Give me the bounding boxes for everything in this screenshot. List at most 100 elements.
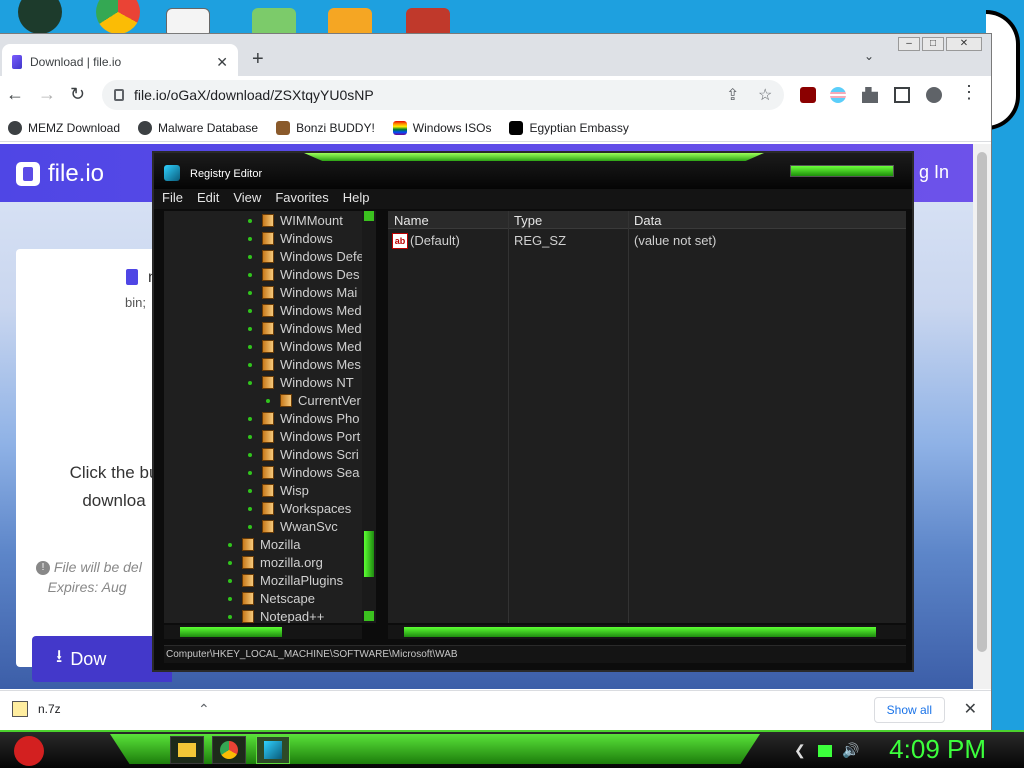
expand-dot-icon[interactable] — [248, 327, 252, 331]
tree-node[interactable]: WwanSvc — [248, 517, 338, 535]
tree-node[interactable]: Windows — [248, 229, 333, 247]
tray-chevron-icon[interactable]: ❮ — [794, 742, 806, 759]
profile-avatar[interactable] — [926, 87, 942, 103]
reload-icon[interactable]: ↻ — [70, 84, 85, 105]
tree-node[interactable]: Windows Des — [248, 265, 359, 283]
expand-dot-icon[interactable] — [248, 273, 252, 277]
clock[interactable]: 4:09 PM — [889, 734, 986, 765]
network-icon[interactable] — [818, 745, 832, 757]
menu-edit[interactable]: Edit — [197, 189, 219, 209]
expand-dot-icon[interactable] — [248, 489, 252, 493]
chrome-desktop-icon[interactable] — [96, 0, 140, 34]
scrollbar-thumb[interactable] — [977, 152, 987, 652]
tree-node[interactable]: Windows Mai — [248, 283, 357, 301]
tree-node[interactable]: Windows Med — [248, 301, 362, 319]
expand-dot-icon[interactable] — [248, 255, 252, 259]
forward-icon[interactable]: → — [38, 84, 56, 105]
show-all-button[interactable]: Show all — [873, 697, 945, 723]
expand-dot-icon[interactable] — [228, 597, 232, 601]
tree-node[interactable]: Windows Sea — [248, 463, 359, 481]
taskbar-explorer[interactable] — [170, 736, 204, 764]
desktop-icon-1[interactable] — [18, 0, 62, 34]
tree-node[interactable]: Notepad++ — [228, 607, 324, 623]
tree-vertical-scrollbar[interactable] — [362, 211, 376, 623]
scroll-down-arrow[interactable] — [364, 611, 374, 621]
expand-dot-icon[interactable] — [266, 399, 270, 403]
share-icon[interactable]: ⇪ — [726, 85, 739, 105]
tree-node[interactable]: Workspaces — [248, 499, 351, 517]
expand-dot-icon[interactable] — [248, 435, 252, 439]
expand-dot-icon[interactable] — [248, 309, 252, 313]
expand-dot-icon[interactable] — [248, 291, 252, 295]
tree-node[interactable]: Wisp — [248, 481, 309, 499]
expand-dot-icon[interactable] — [228, 615, 232, 619]
tree-node[interactable]: Windows Port — [248, 427, 360, 445]
menu-view[interactable]: View — [233, 189, 261, 209]
trans-flag-icon[interactable] — [830, 87, 846, 103]
login-link[interactable]: g In — [919, 162, 949, 183]
maximize-button[interactable]: □ — [922, 37, 944, 51]
new-tab-icon[interactable]: + — [252, 48, 264, 71]
taskbar-regedit[interactable] — [256, 736, 290, 764]
tree-node[interactable]: Windows Med — [248, 337, 362, 355]
close-tab-icon[interactable]: ✕ — [216, 54, 228, 71]
page-scrollbar[interactable] — [973, 144, 991, 689]
expand-dot-icon[interactable] — [248, 453, 252, 457]
bookmark-windows-isos[interactable]: Windows ISOs — [392, 120, 491, 135]
expand-dot-icon[interactable] — [248, 345, 252, 349]
back-icon[interactable]: ← — [6, 84, 24, 105]
values-list[interactable]: Name Type Data ab (Default) REG_SZ (valu… — [388, 211, 906, 623]
bookmark-memz[interactable]: MEMZ Download — [8, 120, 120, 135]
taskbar-chrome[interactable] — [212, 736, 246, 764]
expand-dot-icon[interactable] — [248, 507, 252, 511]
bookmark-bonzi[interactable]: Bonzi BUDDY! — [276, 120, 375, 135]
list-horizontal-scrollbar[interactable] — [388, 625, 906, 639]
tree-horizontal-scrollbar[interactable] — [164, 625, 362, 639]
volume-icon[interactable]: 🔊 — [842, 742, 859, 759]
tree-node[interactable]: Windows Mes — [248, 355, 361, 373]
chevron-down-icon[interactable]: ⌄ — [864, 49, 874, 63]
regedit-titlebar[interactable]: Registry Editor — [154, 153, 912, 189]
extensions-icon[interactable] — [862, 87, 878, 103]
column-type[interactable]: Type — [514, 213, 542, 228]
chevron-up-icon[interactable]: ⌃ — [198, 701, 210, 718]
sidepanel-icon[interactable] — [894, 87, 910, 103]
expand-dot-icon[interactable] — [228, 579, 232, 583]
tree-node[interactable]: mozilla.org — [228, 553, 323, 571]
scroll-up-arrow[interactable] — [364, 211, 374, 221]
tree-node[interactable]: CurrentVer — [266, 391, 361, 409]
expand-dot-icon[interactable] — [248, 471, 252, 475]
more-menu-icon[interactable]: ⋮ — [960, 82, 978, 103]
minimize-button[interactable]: – — [898, 37, 920, 51]
tree-node[interactable]: Windows Pho — [248, 409, 359, 427]
star-icon[interactable]: ☆ — [758, 85, 772, 105]
menu-help[interactable]: Help — [343, 189, 370, 209]
expand-dot-icon[interactable] — [248, 237, 252, 241]
tree-node[interactable]: Windows Defe — [248, 247, 364, 265]
bookmark-egyptian-embassy[interactable]: Egyptian Embassy — [509, 120, 629, 135]
download-button[interactable]: ⭳ Dow — [32, 636, 172, 682]
menu-file[interactable]: File — [162, 189, 183, 209]
close-window-button[interactable]: ✕ — [946, 37, 982, 51]
tree-node[interactable]: Windows NT — [248, 373, 354, 391]
download-item[interactable]: n.7z — [12, 701, 61, 717]
tree-node[interactable]: WIMMount — [248, 211, 343, 229]
fileio-logo[interactable]: file.io — [16, 160, 104, 188]
browser-tab[interactable]: Download | file.io ✕ — [2, 44, 238, 80]
expand-dot-icon[interactable] — [228, 561, 232, 565]
expand-dot-icon[interactable] — [248, 525, 252, 529]
expand-dot-icon[interactable] — [248, 417, 252, 421]
tree-node[interactable]: MozillaPlugins — [228, 571, 343, 589]
expand-dot-icon[interactable] — [248, 363, 252, 367]
tree-node[interactable]: Windows Scri — [248, 445, 359, 463]
expand-dot-icon[interactable] — [248, 219, 252, 223]
registry-tree[interactable]: WIMMount Windows Windows Defe Windows Des Wi… — [164, 211, 376, 623]
scroll-thumb[interactable] — [180, 627, 282, 637]
column-name[interactable]: Name — [394, 213, 429, 228]
tree-node[interactable]: Windows Med — [248, 319, 362, 337]
expand-dot-icon[interactable] — [248, 381, 252, 385]
expand-dot-icon[interactable] — [228, 543, 232, 547]
scroll-thumb[interactable] — [364, 531, 374, 577]
menu-favorites[interactable]: Favorites — [275, 189, 328, 209]
window-controls[interactable] — [790, 165, 894, 177]
